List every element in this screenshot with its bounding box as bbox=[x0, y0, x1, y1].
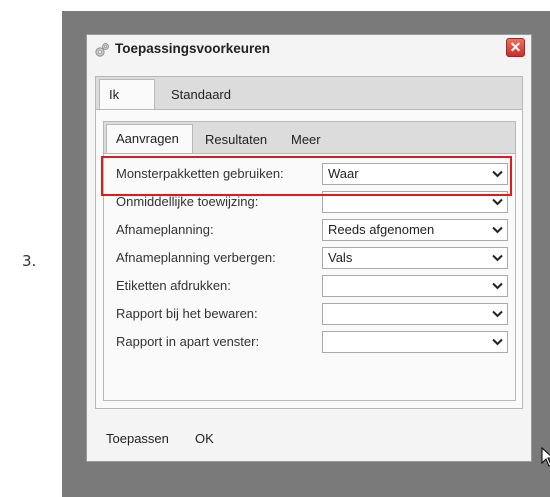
apply-button[interactable]: Toepassen bbox=[106, 431, 169, 446]
row-rapport-apart-venster: Rapport in apart venster: bbox=[104, 330, 515, 354]
mouse-cursor-icon bbox=[541, 447, 550, 467]
select-value: Vals bbox=[328, 250, 353, 265]
gear-icon bbox=[95, 43, 109, 57]
row-afnameplanning: Afnameplanning: Reeds afgenomen bbox=[104, 218, 515, 242]
inner-tabbar: Aanvragen Resultaten Meer bbox=[104, 122, 515, 154]
preferences-dialog: Toepassingsvoorkeuren ✕ Ik Standaard Aan… bbox=[86, 34, 532, 462]
afnameplanning-verbergen-select[interactable]: Vals bbox=[322, 247, 508, 269]
row-etiketten-afdrukken: Etiketten afdrukken: bbox=[104, 274, 515, 298]
select-value: Reeds afgenomen bbox=[328, 222, 435, 237]
page: 3. Toepassingsvoorkeuren ✕ Ik Standaard bbox=[0, 0, 550, 497]
dialog-title: Toepassingsvoorkeuren bbox=[115, 41, 271, 56]
chevron-down-icon bbox=[492, 226, 503, 234]
row-label: Rapport bij het bewaren: bbox=[116, 306, 258, 321]
highlight-annotation bbox=[101, 156, 512, 196]
row-label: Rapport in apart venster: bbox=[116, 334, 260, 349]
row-label: Etiketten afdrukken: bbox=[116, 278, 231, 293]
tab-resultaten[interactable]: Resultaten bbox=[205, 132, 267, 147]
tab-meer[interactable]: Meer bbox=[291, 132, 321, 147]
chevron-down-icon bbox=[492, 254, 503, 262]
row-label: Afnameplanning verbergen: bbox=[116, 250, 276, 265]
chevron-down-icon bbox=[492, 282, 503, 290]
row-label: Onmiddellijke toewijzing: bbox=[116, 194, 259, 209]
step-number: 3. bbox=[22, 252, 37, 270]
chevron-down-icon bbox=[492, 338, 503, 346]
dialog-titlebar[interactable]: Toepassingsvoorkeuren ✕ bbox=[87, 35, 531, 65]
row-rapport-bij-bewaren: Rapport bij het bewaren: bbox=[104, 302, 515, 326]
tab-aanvragen[interactable]: Aanvragen bbox=[106, 124, 193, 153]
afnameplanning-select[interactable]: Reeds afgenomen bbox=[322, 219, 508, 241]
tab-ik[interactable]: Ik bbox=[99, 79, 155, 109]
chevron-down-icon bbox=[492, 310, 503, 318]
row-afnameplanning-verbergen: Afnameplanning verbergen: Vals bbox=[104, 246, 515, 270]
close-button[interactable]: ✕ bbox=[506, 38, 525, 57]
tab-standaard[interactable]: Standaard bbox=[171, 87, 231, 102]
rapport-apart-venster-select[interactable] bbox=[322, 331, 508, 353]
row-label: Afnameplanning: bbox=[116, 222, 214, 237]
chevron-down-icon bbox=[492, 198, 503, 206]
outer-tab-panel: Ik Standaard Aanvragen Resultaten Meer M… bbox=[95, 76, 523, 409]
etiketten-afdrukken-select[interactable] bbox=[322, 275, 508, 297]
outer-tabbar: Ik Standaard bbox=[96, 77, 522, 110]
rapport-bij-bewaren-select[interactable] bbox=[322, 303, 508, 325]
ok-button[interactable]: OK bbox=[195, 431, 214, 446]
